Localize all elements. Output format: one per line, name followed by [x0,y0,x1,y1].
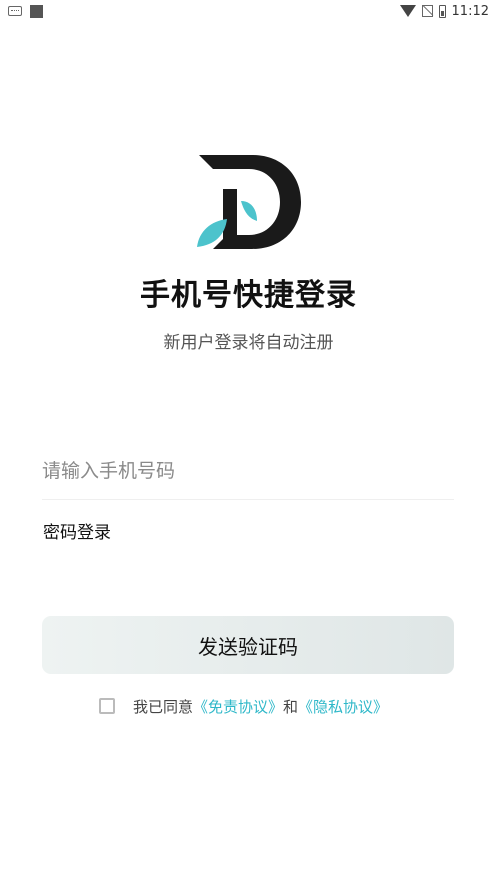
disclaimer-agreement-link[interactable]: 《免责协议》 [193,696,283,717]
page-title: 手机号快捷登录 [140,278,357,313]
square-icon [30,4,43,18]
d-logo-icon [197,155,301,249]
keyboard-icon [8,6,22,16]
no-sim-icon [421,5,433,17]
input-divider [42,499,454,500]
status-time: 11:12 [451,3,489,19]
phone-input[interactable] [42,444,454,498]
agreement-checkbox[interactable] [99,698,115,714]
password-login-link[interactable]: 密码登录 [43,518,111,543]
status-bar: 11:12 [0,0,497,22]
privacy-agreement-link[interactable]: 《隐私协议》 [298,696,388,717]
send-code-button[interactable]: 发送验证码 [42,616,454,674]
status-bar-right: 11:12 [399,3,497,19]
battery-icon [438,4,446,18]
agreement-and: 和 [283,697,299,716]
agreement-prefix: 我已同意 [133,697,194,716]
status-bar-left [0,4,43,18]
agreement-row: 我已同意 《免责协议》 和 《隐私协议》 [99,694,388,718]
wifi-icon [399,5,416,17]
page-subtitle: 新用户登录将自动注册 [163,333,334,353]
